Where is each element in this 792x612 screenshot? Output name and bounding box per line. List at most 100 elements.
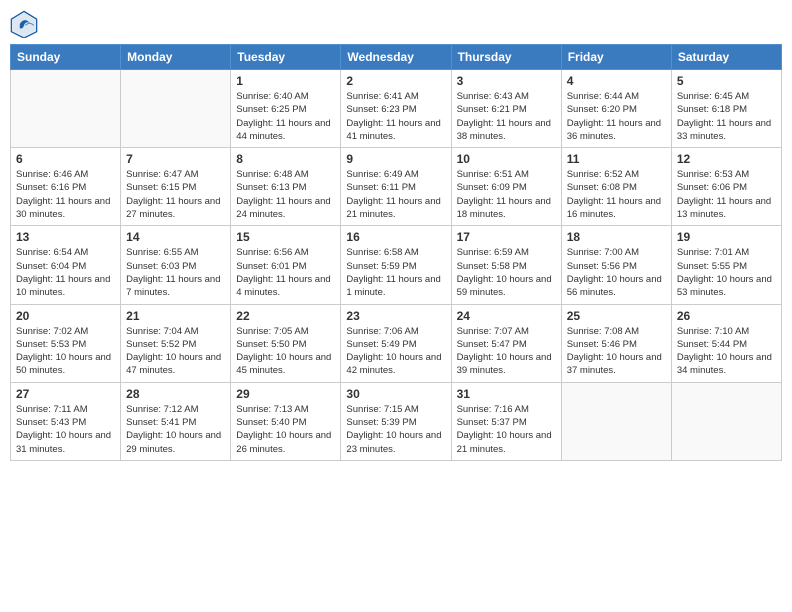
calendar-cell: 18 Sunrise: 7:00 AM Sunset: 5:56 PM Dayli… xyxy=(561,226,671,304)
calendar-cell: 17 Sunrise: 6:59 AM Sunset: 5:58 PM Dayli… xyxy=(451,226,561,304)
day-number: 6 xyxy=(16,152,115,166)
day-info: Sunrise: 7:10 AM Sunset: 5:44 PM Dayligh… xyxy=(677,325,776,378)
day-info: Sunrise: 6:59 AM Sunset: 5:58 PM Dayligh… xyxy=(457,246,556,299)
calendar-cell: 6 Sunrise: 6:46 AM Sunset: 6:16 PM Daylig… xyxy=(11,148,121,226)
calendar-cell: 12 Sunrise: 6:53 AM Sunset: 6:06 PM Dayli… xyxy=(671,148,781,226)
calendar-cell: 29 Sunrise: 7:13 AM Sunset: 5:40 PM Dayli… xyxy=(231,382,341,460)
day-info: Sunrise: 6:52 AM Sunset: 6:08 PM Dayligh… xyxy=(567,168,666,221)
calendar-cell: 27 Sunrise: 7:11 AM Sunset: 5:43 PM Dayli… xyxy=(11,382,121,460)
day-info: Sunrise: 6:45 AM Sunset: 6:18 PM Dayligh… xyxy=(677,90,776,143)
day-info: Sunrise: 6:51 AM Sunset: 6:09 PM Dayligh… xyxy=(457,168,556,221)
day-number: 12 xyxy=(677,152,776,166)
day-number: 15 xyxy=(236,230,335,244)
calendar-week-row: 20 Sunrise: 7:02 AM Sunset: 5:53 PM Dayli… xyxy=(11,304,782,382)
day-info: Sunrise: 7:05 AM Sunset: 5:50 PM Dayligh… xyxy=(236,325,335,378)
day-info: Sunrise: 7:15 AM Sunset: 5:39 PM Dayligh… xyxy=(346,403,445,456)
calendar-cell: 11 Sunrise: 6:52 AM Sunset: 6:08 PM Dayli… xyxy=(561,148,671,226)
day-number: 17 xyxy=(457,230,556,244)
day-number: 2 xyxy=(346,74,445,88)
day-number: 20 xyxy=(16,309,115,323)
day-number: 23 xyxy=(346,309,445,323)
day-number: 25 xyxy=(567,309,666,323)
day-number: 30 xyxy=(346,387,445,401)
calendar-cell: 2Sunrise: 6:41 AM Sunset: 6:23 PM Daylig… xyxy=(341,70,451,148)
calendar-cell: 26 Sunrise: 7:10 AM Sunset: 5:44 PM Dayli… xyxy=(671,304,781,382)
calendar-cell xyxy=(121,70,231,148)
day-info: Sunrise: 6:40 AM Sunset: 6:25 PM Dayligh… xyxy=(236,90,335,143)
calendar-cell: 31 Sunrise: 7:16 AM Sunset: 5:37 PM Dayli… xyxy=(451,382,561,460)
calendar-cell: 8 Sunrise: 6:48 AM Sunset: 6:13 PM Daylig… xyxy=(231,148,341,226)
calendar-cell: 14 Sunrise: 6:55 AM Sunset: 6:03 PM Dayli… xyxy=(121,226,231,304)
day-number: 11 xyxy=(567,152,666,166)
calendar-cell: 23 Sunrise: 7:06 AM Sunset: 5:49 PM Dayli… xyxy=(341,304,451,382)
calendar-cell: 20 Sunrise: 7:02 AM Sunset: 5:53 PM Dayli… xyxy=(11,304,121,382)
calendar-cell: 24 Sunrise: 7:07 AM Sunset: 5:47 PM Dayli… xyxy=(451,304,561,382)
weekday-header-thursday: Thursday xyxy=(451,45,561,70)
day-info: Sunrise: 7:11 AM Sunset: 5:43 PM Dayligh… xyxy=(16,403,115,456)
day-number: 7 xyxy=(126,152,225,166)
logo xyxy=(10,10,42,38)
day-number: 4 xyxy=(567,74,666,88)
weekday-header-wednesday: Wednesday xyxy=(341,45,451,70)
page-header xyxy=(10,10,782,38)
calendar-cell: 10Sunrise: 6:51 AM Sunset: 6:09 PM Dayli… xyxy=(451,148,561,226)
day-info: Sunrise: 6:47 AM Sunset: 6:15 PM Dayligh… xyxy=(126,168,225,221)
day-number: 31 xyxy=(457,387,556,401)
calendar-cell: 16Sunrise: 6:58 AM Sunset: 5:59 PM Dayli… xyxy=(341,226,451,304)
day-number: 13 xyxy=(16,230,115,244)
day-info: Sunrise: 7:13 AM Sunset: 5:40 PM Dayligh… xyxy=(236,403,335,456)
day-number: 24 xyxy=(457,309,556,323)
weekday-header-tuesday: Tuesday xyxy=(231,45,341,70)
day-info: Sunrise: 7:01 AM Sunset: 5:55 PM Dayligh… xyxy=(677,246,776,299)
weekday-header-monday: Monday xyxy=(121,45,231,70)
calendar-cell: 3 Sunrise: 6:43 AM Sunset: 6:21 PM Daylig… xyxy=(451,70,561,148)
day-info: Sunrise: 7:07 AM Sunset: 5:47 PM Dayligh… xyxy=(457,325,556,378)
day-number: 5 xyxy=(677,74,776,88)
day-info: Sunrise: 6:43 AM Sunset: 6:21 PM Dayligh… xyxy=(457,90,556,143)
day-number: 14 xyxy=(126,230,225,244)
day-info: Sunrise: 7:04 AM Sunset: 5:52 PM Dayligh… xyxy=(126,325,225,378)
calendar-cell: 22 Sunrise: 7:05 AM Sunset: 5:50 PM Dayli… xyxy=(231,304,341,382)
day-info: Sunrise: 6:53 AM Sunset: 6:06 PM Dayligh… xyxy=(677,168,776,221)
calendar-cell: 7 Sunrise: 6:47 AM Sunset: 6:15 PM Daylig… xyxy=(121,148,231,226)
calendar-cell: 9Sunrise: 6:49 AM Sunset: 6:11 PM Daylig… xyxy=(341,148,451,226)
calendar-week-row: 13Sunrise: 6:54 AM Sunset: 6:04 PM Dayli… xyxy=(11,226,782,304)
day-number: 1 xyxy=(236,74,335,88)
day-number: 8 xyxy=(236,152,335,166)
calendar-cell xyxy=(11,70,121,148)
logo-icon xyxy=(10,10,38,38)
calendar-cell: 30 Sunrise: 7:15 AM Sunset: 5:39 PM Dayli… xyxy=(341,382,451,460)
day-number: 19 xyxy=(677,230,776,244)
day-info: Sunrise: 7:00 AM Sunset: 5:56 PM Dayligh… xyxy=(567,246,666,299)
day-number: 26 xyxy=(677,309,776,323)
day-info: Sunrise: 7:12 AM Sunset: 5:41 PM Dayligh… xyxy=(126,403,225,456)
calendar-week-row: 6 Sunrise: 6:46 AM Sunset: 6:16 PM Daylig… xyxy=(11,148,782,226)
day-number: 18 xyxy=(567,230,666,244)
calendar-cell: 28Sunrise: 7:12 AM Sunset: 5:41 PM Dayli… xyxy=(121,382,231,460)
calendar-cell xyxy=(671,382,781,460)
calendar-cell xyxy=(561,382,671,460)
day-number: 22 xyxy=(236,309,335,323)
calendar-week-row: 27 Sunrise: 7:11 AM Sunset: 5:43 PM Dayli… xyxy=(11,382,782,460)
day-info: Sunrise: 6:55 AM Sunset: 6:03 PM Dayligh… xyxy=(126,246,225,299)
calendar-cell: 5 Sunrise: 6:45 AM Sunset: 6:18 PM Daylig… xyxy=(671,70,781,148)
day-number: 3 xyxy=(457,74,556,88)
day-info: Sunrise: 7:16 AM Sunset: 5:37 PM Dayligh… xyxy=(457,403,556,456)
calendar-cell: 13Sunrise: 6:54 AM Sunset: 6:04 PM Dayli… xyxy=(11,226,121,304)
calendar-cell: 4 Sunrise: 6:44 AM Sunset: 6:20 PM Daylig… xyxy=(561,70,671,148)
calendar-cell: 25Sunrise: 7:08 AM Sunset: 5:46 PM Dayli… xyxy=(561,304,671,382)
calendar-table: SundayMondayTuesdayWednesdayThursdayFrid… xyxy=(10,44,782,461)
calendar-week-row: 1 Sunrise: 6:40 AM Sunset: 6:25 PM Daylig… xyxy=(11,70,782,148)
day-info: Sunrise: 6:48 AM Sunset: 6:13 PM Dayligh… xyxy=(236,168,335,221)
day-number: 27 xyxy=(16,387,115,401)
day-info: Sunrise: 6:58 AM Sunset: 5:59 PM Dayligh… xyxy=(346,246,445,299)
day-info: Sunrise: 7:02 AM Sunset: 5:53 PM Dayligh… xyxy=(16,325,115,378)
weekday-header-sunday: Sunday xyxy=(11,45,121,70)
day-info: Sunrise: 6:44 AM Sunset: 6:20 PM Dayligh… xyxy=(567,90,666,143)
weekday-header-saturday: Saturday xyxy=(671,45,781,70)
calendar-cell: 21Sunrise: 7:04 AM Sunset: 5:52 PM Dayli… xyxy=(121,304,231,382)
day-info: Sunrise: 7:06 AM Sunset: 5:49 PM Dayligh… xyxy=(346,325,445,378)
day-number: 29 xyxy=(236,387,335,401)
day-info: Sunrise: 6:56 AM Sunset: 6:01 PM Dayligh… xyxy=(236,246,335,299)
day-info: Sunrise: 6:46 AM Sunset: 6:16 PM Dayligh… xyxy=(16,168,115,221)
